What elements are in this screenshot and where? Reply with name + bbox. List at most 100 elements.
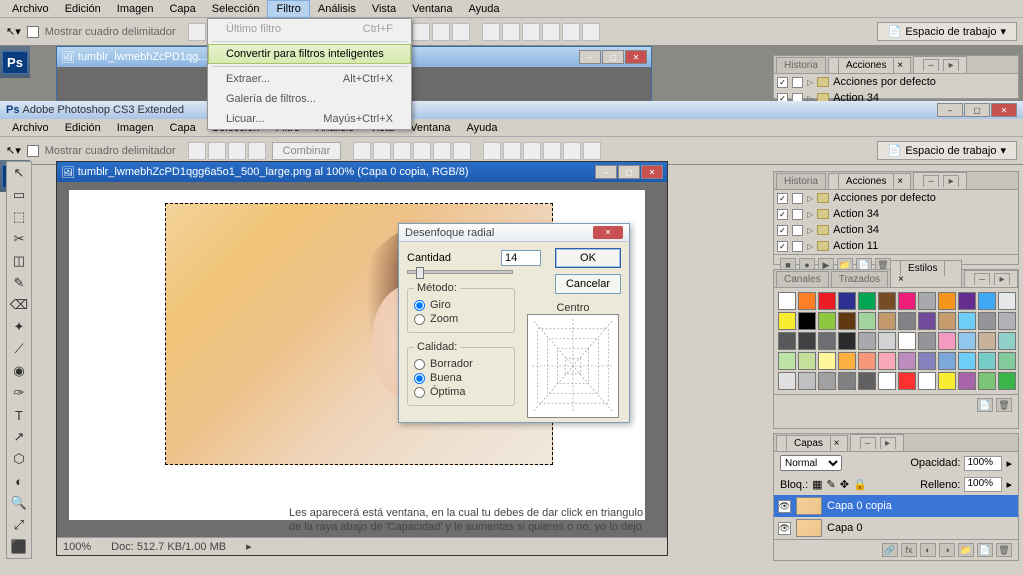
align-btn[interactable] xyxy=(353,142,371,160)
menu-extract[interactable]: Extraer...Alt+Ctrl+X xyxy=(208,69,411,89)
dist-btn[interactable] xyxy=(503,142,521,160)
tool-2[interactable]: ⬚ xyxy=(7,206,31,228)
dist-btn[interactable] xyxy=(522,23,540,41)
align-btn[interactable] xyxy=(453,142,471,160)
method-zoom[interactable]: Zoom xyxy=(414,312,508,326)
min-btn[interactable]: – xyxy=(579,50,601,64)
style-swatch[interactable] xyxy=(978,312,996,330)
menu-analisis[interactable]: Análisis xyxy=(310,1,364,17)
lock-all-icon[interactable]: 🔒 xyxy=(853,478,867,491)
tab-canales[interactable]: Canales xyxy=(776,271,829,287)
lock-pos-icon[interactable]: ✥ xyxy=(840,478,849,491)
method-spin[interactable]: Giro xyxy=(414,298,508,312)
close-icon[interactable]: ✕ xyxy=(593,226,623,239)
style-swatch[interactable] xyxy=(938,352,956,370)
opt-btn[interactable] xyxy=(208,142,226,160)
style-swatch[interactable] xyxy=(838,372,856,390)
style-swatch[interactable] xyxy=(958,372,976,390)
style-swatch[interactable] xyxy=(998,372,1016,390)
tab-historia[interactable]: Historia xyxy=(776,57,826,73)
action-check[interactable]: ✓ xyxy=(777,77,788,88)
action-check[interactable]: ✓ xyxy=(777,193,788,204)
zoom-radio[interactable] xyxy=(414,314,425,325)
cancel-button[interactable]: Cancelar xyxy=(555,274,621,294)
draft-radio[interactable] xyxy=(414,359,425,370)
good-radio[interactable] xyxy=(414,373,425,384)
fx-icon[interactable]: fx xyxy=(901,543,917,557)
style-swatch[interactable] xyxy=(878,312,896,330)
style-swatch[interactable] xyxy=(798,312,816,330)
align-btn[interactable] xyxy=(412,23,430,41)
close-btn[interactable]: ✕ xyxy=(625,50,647,64)
style-swatch[interactable] xyxy=(838,352,856,370)
menu-ayuda[interactable]: Ayuda xyxy=(458,120,505,136)
menu-edicion[interactable]: Edición xyxy=(57,1,109,17)
style-swatch[interactable] xyxy=(798,352,816,370)
panel-menu-icon[interactable]: ▸ xyxy=(994,273,1010,285)
menu-archivo[interactable]: Archivo xyxy=(4,1,57,17)
panel-menu-icon[interactable]: ▸ xyxy=(880,437,896,449)
panel-menu-icon[interactable]: ▸ xyxy=(943,175,959,187)
opacity-input[interactable]: 100% xyxy=(964,456,1002,471)
dist-btn[interactable] xyxy=(582,23,600,41)
tab-estilos[interactable]: Estilos × xyxy=(890,260,962,287)
style-swatch[interactable] xyxy=(798,292,816,310)
max-btn[interactable]: ▢ xyxy=(618,165,640,179)
dialog-titlebar[interactable]: Desenfoque radial ✕ xyxy=(399,224,629,242)
panel-menu-icon[interactable]: ▸ xyxy=(943,59,959,71)
action-row[interactable]: ✓▷Action 11 xyxy=(774,238,1018,254)
style-swatch[interactable] xyxy=(858,312,876,330)
style-swatch[interactable] xyxy=(918,352,936,370)
zoom-level[interactable]: 100% xyxy=(63,541,91,553)
menu-capa[interactable]: Capa xyxy=(161,1,203,17)
style-swatch[interactable] xyxy=(958,352,976,370)
opt-btn[interactable] xyxy=(248,142,266,160)
new-style-icon[interactable]: 📄 xyxy=(977,398,993,412)
style-swatch[interactable] xyxy=(878,292,896,310)
close-btn[interactable]: ✕ xyxy=(991,103,1017,117)
style-swatch[interactable] xyxy=(838,292,856,310)
style-swatch[interactable] xyxy=(778,332,796,350)
style-swatch[interactable] xyxy=(898,352,916,370)
style-swatch[interactable] xyxy=(938,292,956,310)
align-btn[interactable] xyxy=(373,142,391,160)
amount-slider[interactable] xyxy=(407,270,513,274)
tool-9[interactable]: ◉ xyxy=(7,360,31,382)
fill-arrow-icon[interactable]: ▸ xyxy=(1006,478,1012,491)
dist-btn[interactable] xyxy=(542,23,560,41)
tool-16[interactable]: ⤢ xyxy=(7,514,31,536)
tool-0[interactable]: ↖ xyxy=(7,162,31,184)
style-swatch[interactable] xyxy=(978,332,996,350)
menu-liquify[interactable]: Licuar...Mayús+Ctrl+X xyxy=(208,109,411,129)
quality-draft[interactable]: Borrador xyxy=(414,357,508,371)
style-swatch[interactable] xyxy=(998,292,1016,310)
style-swatch[interactable] xyxy=(878,332,896,350)
fill-input[interactable]: 100% xyxy=(964,477,1002,492)
layer-row[interactable]: 👁Capa 0 copia xyxy=(774,495,1018,517)
menu-convert-smart[interactable]: Convertir para filtros inteligentes xyxy=(208,44,411,64)
opacity-arrow-icon[interactable]: ▸ xyxy=(1006,457,1012,470)
style-swatch[interactable] xyxy=(778,312,796,330)
style-swatch[interactable] xyxy=(778,372,796,390)
spin-radio[interactable] xyxy=(414,300,425,311)
align-btn[interactable] xyxy=(393,142,411,160)
action-row[interactable]: ✓▷Action 34 xyxy=(774,206,1018,222)
dist-btn[interactable] xyxy=(483,142,501,160)
dist-btn[interactable] xyxy=(543,142,561,160)
style-swatch[interactable] xyxy=(958,292,976,310)
style-swatch[interactable] xyxy=(938,312,956,330)
tool-7[interactable]: ✦ xyxy=(7,316,31,338)
tool-10[interactable]: ✑ xyxy=(7,382,31,404)
tab-trazados[interactable]: Trazados xyxy=(831,271,888,287)
style-swatch[interactable] xyxy=(938,332,956,350)
style-swatch[interactable] xyxy=(898,312,916,330)
tool-5[interactable]: ✎ xyxy=(7,272,31,294)
style-swatch[interactable] xyxy=(978,372,996,390)
align-btn[interactable] xyxy=(433,142,451,160)
panel-min-icon[interactable]: – xyxy=(923,175,939,187)
trash-icon[interactable]: 🗑 xyxy=(996,398,1012,412)
new-layer-icon[interactable]: 📄 xyxy=(977,543,993,557)
style-swatch[interactable] xyxy=(918,292,936,310)
menu-gallery[interactable]: Galería de filtros... xyxy=(208,89,411,109)
style-swatch[interactable] xyxy=(818,372,836,390)
